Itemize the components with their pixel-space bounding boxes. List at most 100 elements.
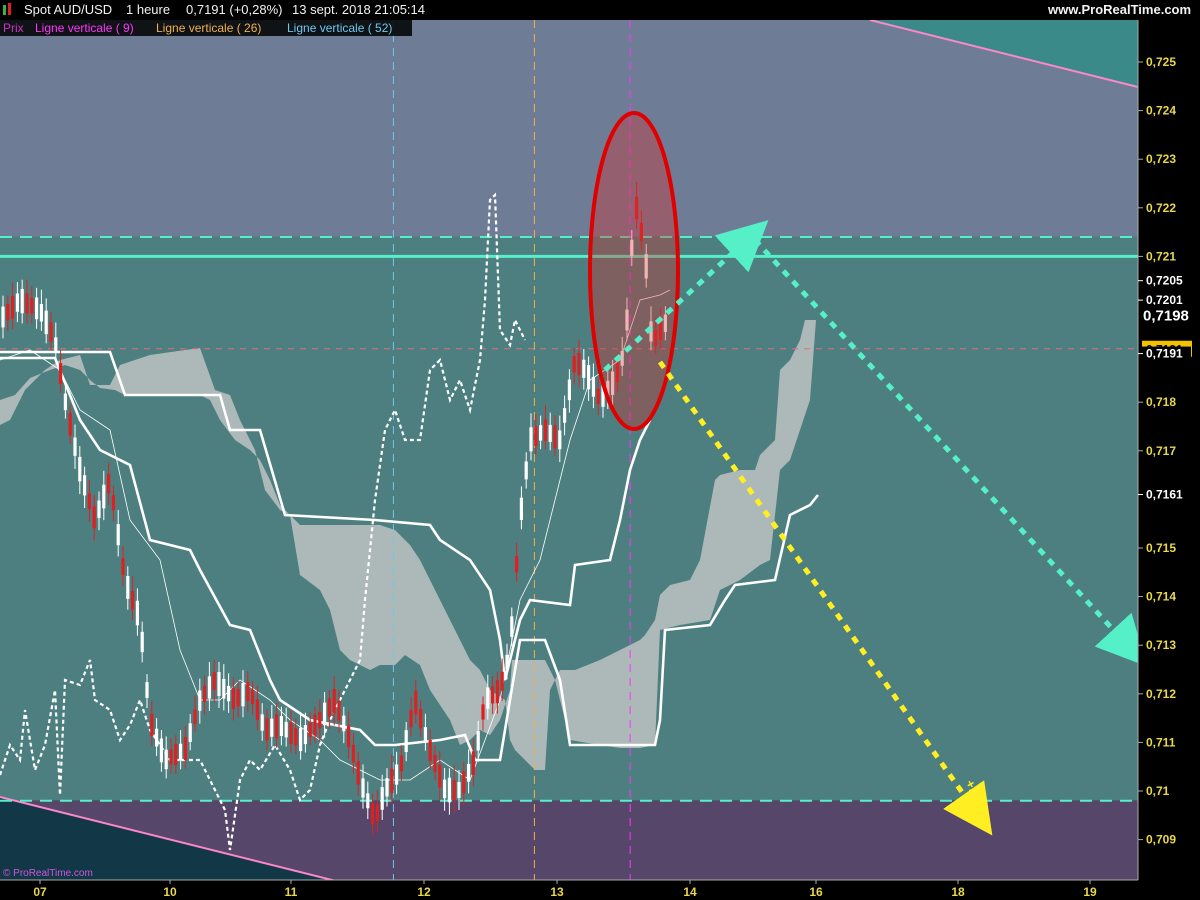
candle-body xyxy=(419,708,423,729)
candle-body xyxy=(54,337,58,353)
y-tick-label: 0,71 xyxy=(1146,784,1170,798)
candle-body xyxy=(131,590,135,610)
x-tick-label: 18 xyxy=(951,885,965,899)
candle-body xyxy=(44,310,48,335)
candle-body xyxy=(11,296,15,319)
candle-body xyxy=(20,288,24,314)
y-tick-label: 0,723 xyxy=(1146,152,1176,166)
candle-body xyxy=(323,702,327,726)
candle-body xyxy=(102,484,106,509)
x-tick-label: 19 xyxy=(1083,885,1097,899)
candle-body xyxy=(558,430,562,450)
candle-body xyxy=(107,474,111,494)
candle-body xyxy=(543,419,547,441)
candle-body xyxy=(443,779,447,799)
candle-body xyxy=(193,709,197,724)
candle-body xyxy=(385,778,389,797)
y-tick-label: 0,718 xyxy=(1146,395,1176,409)
y-tick-label: 0,711 xyxy=(1146,735,1176,749)
candle-body xyxy=(203,685,207,702)
candle-body xyxy=(217,672,221,696)
y-tick-label: 0,725 xyxy=(1146,55,1176,69)
candle-body xyxy=(241,683,245,707)
candle-body xyxy=(476,731,480,751)
candle-body xyxy=(375,804,379,822)
chart-svg: Spot AUD/USD 1 heure 0,7191 (+0,28%) 13 … xyxy=(0,0,1200,900)
candle-body xyxy=(155,728,159,747)
candle-body xyxy=(174,743,178,766)
candle-body xyxy=(347,725,351,748)
candle-body xyxy=(462,771,466,794)
bg-upper-band xyxy=(0,20,1138,237)
legend-item-ligne-9[interactable]: Ligne verticale ( 9) xyxy=(35,21,134,35)
candle-body xyxy=(121,558,125,576)
candle-body xyxy=(135,600,139,626)
x-tick-label: 12 xyxy=(417,885,431,899)
candle-body xyxy=(572,356,576,373)
x-tick-label: 07 xyxy=(33,885,47,899)
legend-item-ligne-52[interactable]: Ligne verticale ( 52) xyxy=(287,21,392,35)
candle-body xyxy=(231,687,235,710)
price-label: 0,7191 xyxy=(1146,347,1183,361)
candle-body xyxy=(1,306,5,328)
x-axis-panel xyxy=(0,880,1200,900)
candle-body xyxy=(207,676,211,699)
candle-body xyxy=(596,388,600,405)
candle-body xyxy=(447,777,451,803)
candle-body xyxy=(313,714,317,736)
candle-body xyxy=(423,727,427,743)
candle-body xyxy=(486,687,490,709)
candle-body xyxy=(97,500,101,519)
candle-body xyxy=(587,365,591,390)
status-icon xyxy=(3,5,6,15)
candle-body xyxy=(515,556,519,573)
candle-body xyxy=(198,690,202,711)
candle-body xyxy=(577,352,581,376)
candle-body xyxy=(351,744,355,763)
candle-body xyxy=(35,297,39,320)
candle-body xyxy=(361,778,365,798)
candle-body xyxy=(270,718,274,737)
candle-body xyxy=(582,359,586,378)
candle-body xyxy=(548,424,552,443)
y-tick-label: 0,713 xyxy=(1146,638,1176,652)
y-tick-label: 0,722 xyxy=(1146,201,1176,215)
candle-body xyxy=(39,304,43,322)
candle-body xyxy=(318,711,322,729)
status-icon-red xyxy=(8,3,11,15)
header-timeframe: 1 heure xyxy=(126,2,170,17)
y-tick-label: 0,721 xyxy=(1146,249,1176,263)
candle-body xyxy=(452,779,456,801)
legend-item-prix[interactable]: Prix xyxy=(3,21,24,35)
candle-body xyxy=(366,793,370,809)
candle-body xyxy=(140,631,144,653)
y-tick-label: 0,712 xyxy=(1146,687,1176,701)
candle-body xyxy=(73,437,77,456)
candle-body xyxy=(491,686,495,704)
candle-body xyxy=(356,761,360,785)
legend-item-ligne-26[interactable]: Ligne verticale ( 26) xyxy=(156,21,261,35)
candle-body xyxy=(534,426,538,446)
candle-body xyxy=(539,425,543,441)
candle-body xyxy=(327,698,331,717)
candle-body xyxy=(510,616,514,637)
candle-body xyxy=(188,723,192,743)
candle-body xyxy=(428,739,432,762)
candle-body xyxy=(179,743,183,761)
x-tick-label: 14 xyxy=(683,885,697,899)
highlight-ellipse xyxy=(588,111,680,431)
price-big-label: 0,7198 xyxy=(1143,308,1189,325)
candle-body xyxy=(433,754,437,772)
candle-body xyxy=(30,298,34,314)
candle-body xyxy=(87,493,91,510)
candle-body xyxy=(591,376,595,397)
candle-body xyxy=(438,764,442,788)
candle-body xyxy=(380,787,384,810)
y-tick-label: 0,715 xyxy=(1146,541,1176,555)
x-tick-label: 11 xyxy=(285,885,298,899)
legend: Prix Ligne verticale ( 9) Ligne vertical… xyxy=(0,20,412,36)
candle-body xyxy=(553,425,557,449)
candle-body xyxy=(457,782,461,798)
header-datetime: 13 sept. 2018 21:05:14 xyxy=(292,2,425,17)
candle-body xyxy=(255,699,259,721)
